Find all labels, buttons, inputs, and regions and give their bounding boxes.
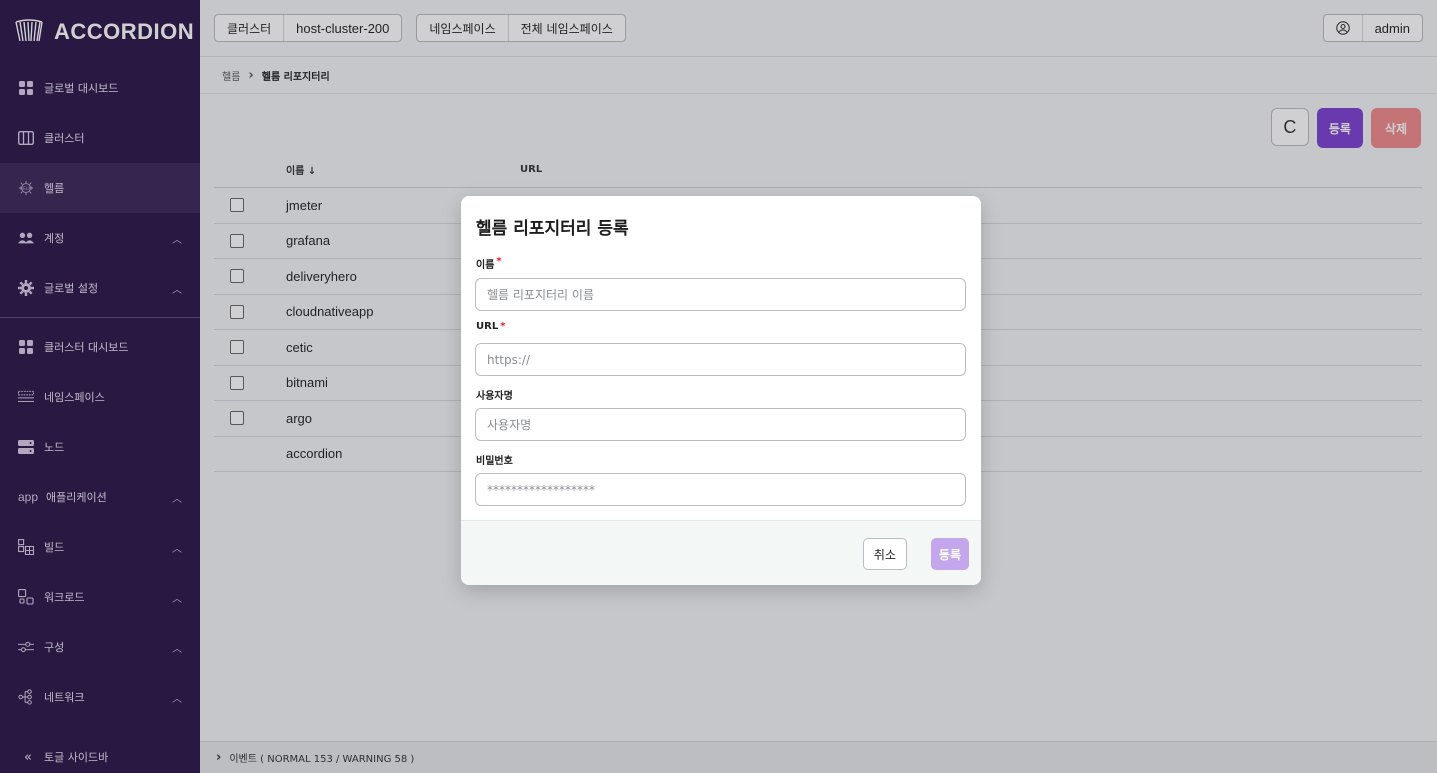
dialog-footer: 취소 등록: [461, 520, 981, 585]
name-field-label: 이름 *: [476, 256, 502, 271]
username-input[interactable]: [475, 408, 966, 441]
register-repository-dialog: 헬름 리포지터리 등록 이름* URL* 사용자명 비밀번호 취소 등록: [461, 196, 981, 585]
username-field-label: 사용자명: [476, 391, 513, 402]
password-input[interactable]: [475, 473, 966, 506]
required-mark: *: [496, 256, 502, 267]
dialog-title: 헬름 리포지터리 등록: [476, 219, 629, 239]
submit-button[interactable]: 등록: [930, 538, 969, 570]
required-mark: *: [500, 321, 506, 332]
name-label-text: 이름: [476, 260, 495, 271]
url-label-text: URL: [476, 321, 499, 332]
repository-name-input[interactable]: [475, 278, 966, 311]
repository-url-input[interactable]: [475, 343, 966, 376]
password-field-label: 비밀번호: [476, 456, 513, 467]
cancel-button[interactable]: 취소: [862, 538, 907, 570]
url-field-label: URL *: [476, 321, 505, 332]
